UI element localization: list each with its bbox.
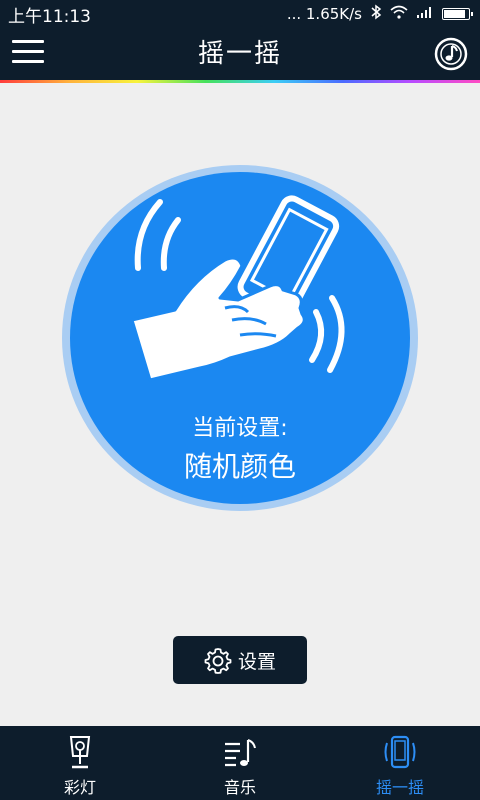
bluetooth-icon: [370, 4, 382, 24]
status-time: 上午11:13: [8, 6, 91, 27]
nav-item-shake[interactable]: 摇一摇: [320, 726, 480, 800]
battery-icon: [442, 8, 473, 20]
network-speed: ... 1.65K/s: [286, 5, 362, 23]
wifi-icon: [390, 5, 408, 23]
signal-icon: [416, 5, 434, 23]
gear-icon: [204, 648, 232, 674]
nav-item-music[interactable]: 音乐: [160, 726, 320, 800]
music-disc-icon: [434, 37, 468, 71]
shake-phone-icon: [384, 735, 416, 769]
nav-item-lamp[interactable]: 彩灯: [0, 726, 160, 800]
current-setting-label: 当前设置:: [192, 416, 288, 441]
settings-button[interactable]: 设置: [173, 636, 307, 684]
status-bar: 上午11:13 ... 1.65K/s: [0, 0, 480, 28]
page-title: 摇一摇: [197, 39, 282, 69]
rainbow-divider: [0, 80, 480, 83]
nav-label: 摇一摇: [375, 778, 424, 797]
battery-level: [444, 10, 465, 18]
nav-label: 彩灯: [63, 778, 96, 797]
current-setting-value: 随机颜色: [183, 450, 296, 483]
settings-button-label: 设置: [237, 650, 276, 673]
lamp-icon: [69, 736, 91, 769]
bottom-nav: 彩灯 音乐 摇一摇: [0, 726, 480, 800]
music-disc-button[interactable]: [434, 37, 468, 71]
status-indicators: ... 1.65K/s: [286, 4, 473, 24]
title-bar: 摇一摇: [0, 28, 480, 80]
shake-hand-icon: [130, 195, 345, 382]
music-list-icon: [225, 739, 256, 767]
nav-label: 音乐: [223, 778, 256, 797]
